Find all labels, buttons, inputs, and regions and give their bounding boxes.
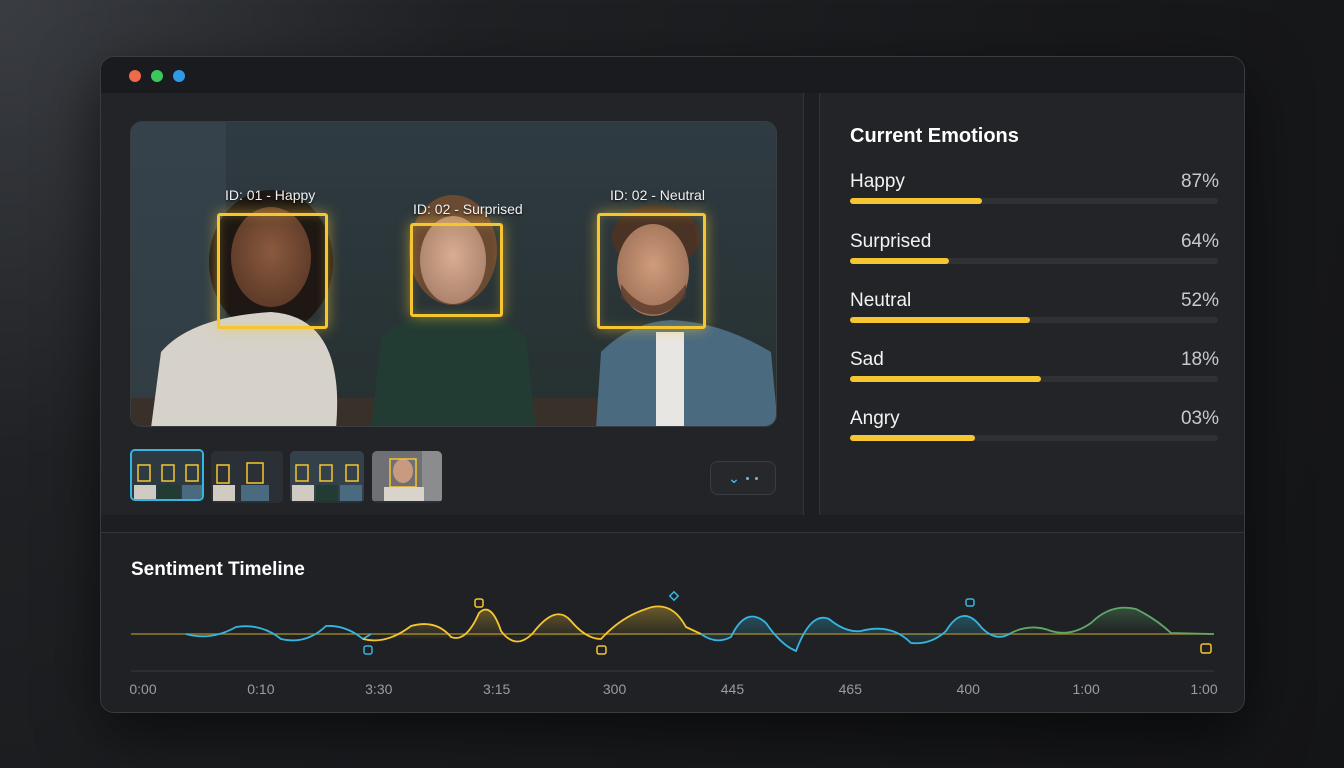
- tick-label: 465: [838, 681, 863, 697]
- tick-label: 300: [602, 681, 627, 697]
- wave-yellow: [362, 605, 702, 643]
- timeline-panel: Sentiment Timeline 0:00 0:10 3:30 3:15 3…: [101, 532, 1244, 712]
- video-panel: ID: 01 - Happy ID: 02 - Surprised ID: 02…: [101, 93, 804, 515]
- wave-cyan-early: [185, 625, 372, 642]
- thumbnail-image: [290, 451, 364, 501]
- face-label-happy: ID: 01 - Happy: [225, 187, 316, 203]
- emotions-title: Current Emotions: [850, 125, 1019, 147]
- marker-end-icon[interactable]: [1200, 643, 1212, 654]
- thumbnail-2[interactable]: [211, 451, 283, 503]
- emotion-bar-fill: [850, 258, 950, 264]
- tick-label: 3:15: [483, 681, 511, 697]
- thumbnail-image: [132, 451, 202, 499]
- tick-label: 1:00: [1190, 681, 1218, 697]
- emotion-name: Angry: [850, 408, 900, 429]
- thumbnail-1[interactable]: [130, 449, 204, 501]
- tick-label: 3:30: [365, 681, 393, 697]
- tick-label: 0:10: [247, 681, 275, 697]
- tick-label: 0:00: [129, 681, 157, 697]
- tick-label: 400: [956, 681, 980, 697]
- emotion-bar-fill: [850, 435, 976, 441]
- app-window: ID: 01 - Happy ID: 02 - Surprised ID: 02…: [100, 56, 1245, 713]
- chevron-down-icon: ⌄: [728, 469, 740, 486]
- wave-green: [1010, 606, 1215, 635]
- face-box-happy[interactable]: [217, 213, 328, 329]
- dot-icon: [745, 476, 749, 480]
- emotion-bar-fill: [850, 376, 1042, 382]
- thumbnail-3[interactable]: [290, 451, 364, 503]
- close-window-button[interactable]: [129, 70, 141, 82]
- marker-surprised-icon[interactable]: [363, 645, 373, 655]
- face-label-neutral: ID: 02 - Neutral: [610, 187, 705, 203]
- emotions-panel: Current Emotions Happy 87% Surprised 64% Neu…: [819, 93, 1244, 515]
- emotion-bar-track: [850, 376, 1218, 382]
- emotion-value: 52%: [1180, 290, 1219, 311]
- emotion-bar-track: [850, 317, 1218, 323]
- maximize-window-button[interactable]: [173, 70, 185, 82]
- tick-label: 445: [720, 681, 745, 697]
- marker-neutral-icon[interactable]: [596, 645, 607, 655]
- emotion-value: 03%: [1180, 408, 1219, 429]
- emotion-row-sad: Sad 18%: [850, 349, 1219, 389]
- emotion-name: Sad: [850, 349, 884, 370]
- emotion-value: 87%: [1180, 171, 1219, 192]
- marker-diamond-icon[interactable]: [668, 590, 680, 602]
- marker-face-icon[interactable]: [965, 598, 975, 607]
- video-player[interactable]: ID: 01 - Happy ID: 02 - Surprised ID: 02…: [130, 121, 777, 427]
- emotion-row-angry: Angry 03%: [850, 408, 1219, 448]
- thumbnail-4[interactable]: [372, 451, 442, 503]
- emotion-bar-track: [850, 258, 1218, 264]
- emotion-bar-track: [850, 435, 1218, 441]
- emotion-value: 18%: [1180, 349, 1219, 370]
- dot-icon: [754, 476, 758, 480]
- emotion-name: Happy: [850, 171, 905, 192]
- more-thumbnails-button[interactable]: ⌄: [710, 461, 776, 495]
- emotion-row-neutral: Neutral 52%: [850, 290, 1219, 330]
- emotion-row-surprised: Surprised 64%: [850, 231, 1219, 271]
- face-label-surprised: ID: 02 - Surprised: [413, 201, 523, 217]
- face-box-neutral[interactable]: [597, 213, 706, 329]
- face-box-surprised[interactable]: [410, 223, 503, 317]
- thumbnail-image: [372, 451, 442, 501]
- thumbnail-image: [211, 451, 283, 501]
- title-bar: [101, 57, 1244, 93]
- tick-label: 1:00: [1072, 681, 1100, 697]
- emotion-name: Neutral: [850, 290, 912, 311]
- minimize-window-button[interactable]: [151, 70, 163, 82]
- emotion-value: 64%: [1180, 231, 1219, 252]
- emotion-bar-track: [850, 198, 1218, 204]
- emotion-row-happy: Happy 87%: [850, 171, 1219, 211]
- marker-happy-icon[interactable]: [474, 598, 484, 608]
- emotion-bar-fill: [850, 317, 1031, 323]
- emotion-bar-fill: [850, 198, 983, 204]
- emotion-name: Surprised: [850, 231, 932, 252]
